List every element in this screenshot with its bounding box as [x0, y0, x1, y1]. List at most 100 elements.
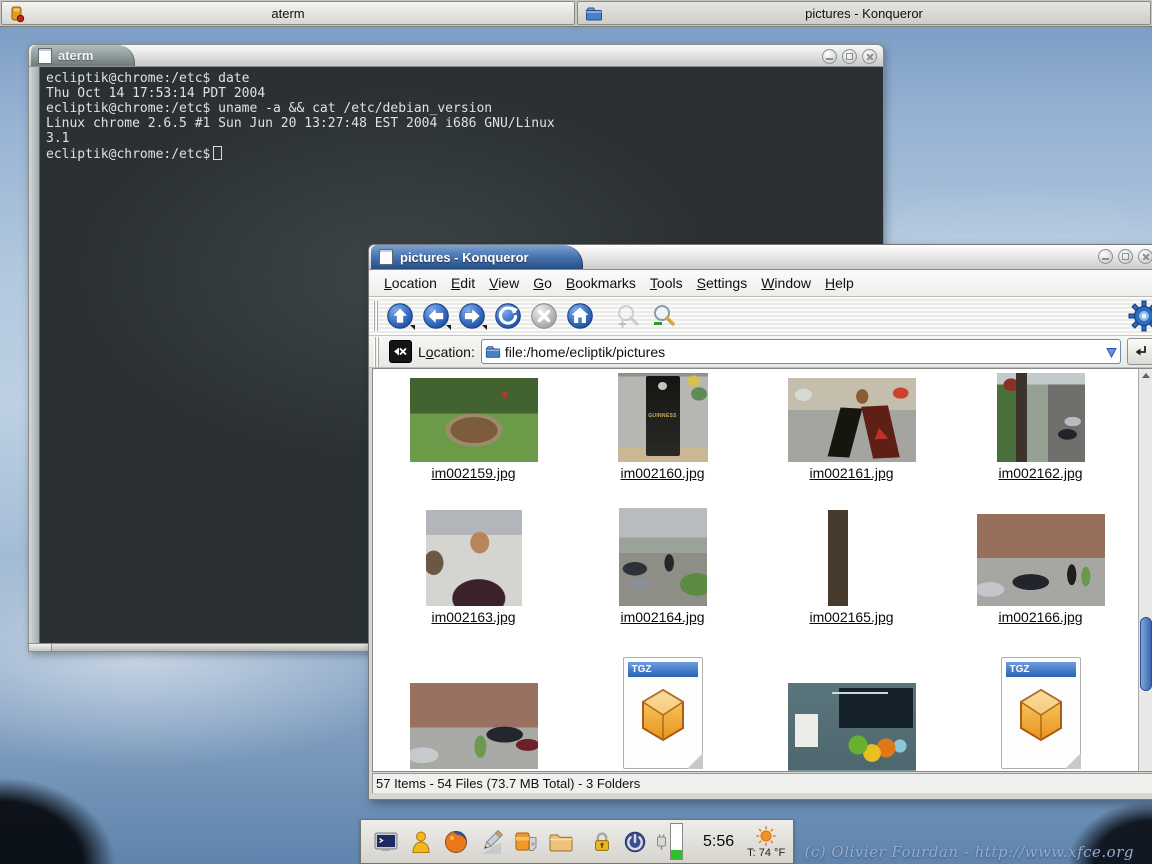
taskbar-item-aterm[interactable]: aterm — [1, 1, 575, 25]
photo-thumbnail[interactable] — [977, 514, 1105, 606]
photo-thumbnail[interactable]: GUINNESS — [618, 373, 708, 462]
sun-icon — [755, 825, 777, 847]
forward-button[interactable] — [454, 299, 490, 333]
file-name[interactable]: im002164.jpg — [620, 610, 704, 625]
file-cell — [757, 651, 946, 771]
file-name[interactable]: im002162.jpg — [998, 466, 1082, 481]
file-cell: im002166.jpg — [946, 507, 1135, 625]
file-cell: im002161.jpg — [757, 373, 946, 481]
taskbar-item-konqueror[interactable]: pictures - Konqueror — [577, 1, 1151, 25]
battery-plug-icon — [655, 832, 668, 852]
window-icon — [379, 249, 393, 265]
menu-location[interactable]: Location — [377, 272, 444, 294]
zoom-in-button[interactable] — [610, 299, 646, 333]
photo-thumbnail[interactable] — [788, 378, 916, 462]
weather-applet[interactable]: T: 74 °F — [747, 825, 785, 859]
maximize-button[interactable] — [842, 49, 857, 64]
menu-tools[interactable]: Tools — [643, 272, 690, 294]
up-button[interactable] — [382, 299, 418, 333]
combobox-dropdown-arrow[interactable] — [1106, 345, 1117, 359]
folder-icon — [585, 5, 603, 23]
window-bottom-border[interactable] — [369, 794, 1152, 799]
scroll-up-arrow[interactable] — [1141, 371, 1150, 380]
screenshot-thumbnail[interactable] — [788, 683, 916, 771]
minimize-button[interactable] — [822, 49, 837, 64]
toolbar-handle[interactable] — [373, 301, 378, 331]
terminal-launcher[interactable] — [372, 828, 400, 856]
toolbar-handle[interactable] — [374, 337, 379, 367]
menu-help[interactable]: Help — [818, 272, 861, 294]
vertical-scrollbar[interactable] — [1138, 369, 1152, 771]
close-button[interactable] — [1138, 249, 1152, 264]
lock-screen-launcher[interactable] — [589, 828, 615, 856]
close-button[interactable] — [862, 49, 877, 64]
gaim-person-icon — [407, 828, 435, 856]
photo-thumbnail[interactable] — [426, 510, 522, 606]
photo-thumbnail[interactable] — [997, 373, 1085, 462]
file-name[interactable]: im002161.jpg — [809, 466, 893, 481]
menubar: Location Edit View Go Bookmarks Tools Se… — [369, 270, 1152, 297]
file-cell — [379, 651, 568, 771]
zoom-out-button[interactable] — [646, 299, 682, 333]
status-bar: 57 Items - 54 Files (73.7 MB Total) - 3 … — [372, 773, 1152, 794]
menu-go[interactable]: Go — [526, 272, 559, 294]
photo-thumbnail[interactable] — [804, 510, 900, 606]
reload-button[interactable] — [490, 299, 526, 333]
window-title: pictures - Konqueror — [400, 250, 529, 265]
file-name[interactable]: im002163.jpg — [431, 610, 515, 625]
back-button[interactable] — [418, 299, 454, 333]
photo-thumbnail[interactable] — [410, 683, 538, 769]
file-name[interactable]: im002166.jpg — [998, 610, 1082, 625]
location-value[interactable]: file:/home/ecliptik/pictures — [505, 344, 1102, 360]
file-name[interactable]: im002159.jpg — [431, 466, 515, 481]
stop-button[interactable] — [526, 299, 562, 333]
photo-thumbnail[interactable] — [410, 378, 538, 462]
zoom-out-magnifier-icon — [650, 302, 678, 330]
konqueror-titlebar[interactable]: pictures - Konqueror — [369, 245, 1152, 270]
battery-monitor[interactable] — [655, 823, 683, 860]
file-name[interactable]: im002160.jpg — [620, 466, 704, 481]
photo-thumbnail[interactable] — [619, 508, 707, 606]
window-icon — [38, 48, 52, 64]
menu-view[interactable]: View — [482, 272, 526, 294]
stop-icon — [530, 302, 558, 330]
minimize-button[interactable] — [1098, 249, 1113, 264]
aterm-titlebar[interactable]: aterm — [29, 45, 883, 67]
clear-location-button[interactable] — [389, 340, 412, 363]
location-combobox[interactable]: file:/home/ecliptik/pictures — [481, 339, 1121, 364]
terminal-line: Linux chrome 2.6.5 #1 Sun Jun 20 13:27:4… — [46, 116, 555, 131]
menu-bookmarks[interactable]: Bookmarks — [559, 272, 643, 294]
file-name[interactable]: im002165.jpg — [809, 610, 893, 625]
package-launcher[interactable] — [512, 828, 540, 856]
dropdown-indicator — [410, 325, 415, 330]
aterm-icon — [9, 5, 27, 23]
tgz-archive-icon[interactable]: TGZ — [1001, 657, 1081, 769]
home-button[interactable] — [562, 299, 598, 333]
menu-edit[interactable]: Edit — [444, 272, 482, 294]
terminal-scrollbar[interactable] — [29, 67, 40, 643]
maximize-button[interactable] — [1118, 249, 1133, 264]
status-text: 57 Items - 54 Files (73.7 MB Total) - 3 … — [376, 776, 640, 791]
scrollbar-thumb[interactable] — [1140, 617, 1152, 691]
cornhole-board: GUINNESS — [646, 376, 680, 456]
messenger-launcher[interactable] — [407, 828, 435, 856]
clock[interactable]: 5:56 — [703, 833, 734, 851]
power-icon — [622, 829, 648, 855]
file-cell: GUINNESS im002160.jpg — [568, 373, 757, 481]
page-fold — [1065, 753, 1081, 769]
firefox-launcher[interactable] — [442, 828, 470, 856]
tgz-archive-icon[interactable]: TGZ — [623, 657, 703, 769]
go-button[interactable] — [1127, 338, 1152, 365]
file-manager-launcher[interactable] — [547, 828, 575, 856]
terminal-icon — [372, 828, 400, 856]
konqueror-window: pictures - Konqueror Location Edit View … — [368, 244, 1152, 800]
terminal-prompt: ecliptik@chrome:/etc$ — [46, 147, 210, 162]
dropdown-indicator — [446, 325, 451, 330]
tgz-badge: TGZ — [628, 662, 698, 677]
menu-window[interactable]: Window — [754, 272, 818, 294]
power-off-launcher[interactable] — [622, 828, 648, 856]
text-editor-launcher[interactable] — [477, 828, 505, 856]
menu-settings[interactable]: Settings — [690, 272, 755, 294]
location-toolbar: Location: file:/home/ecliptik/pictures — [369, 336, 1152, 368]
konqueror-title-tab: pictures - Konqueror — [371, 245, 583, 269]
